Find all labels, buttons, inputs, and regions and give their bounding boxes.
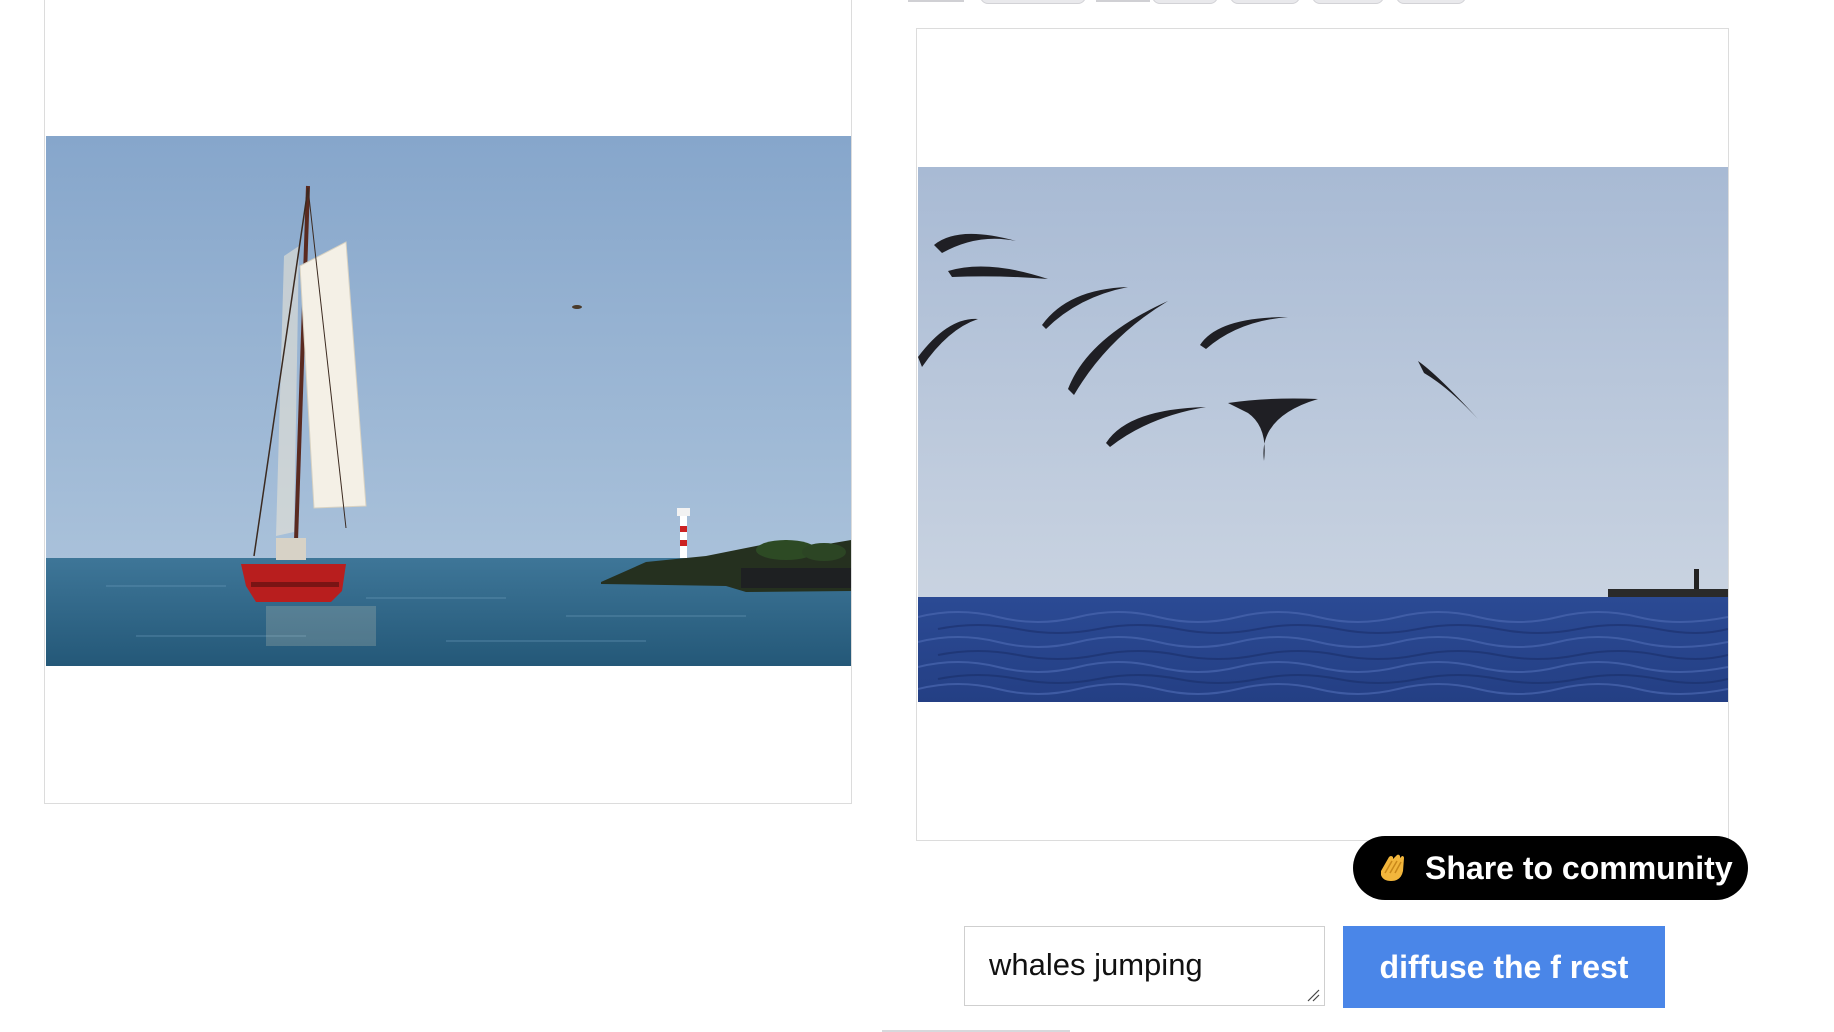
sailboat-image xyxy=(46,136,851,666)
diffuse-button[interactable]: diffuse the f rest xyxy=(1343,926,1665,1008)
toolbar-button[interactable] xyxy=(980,0,1086,4)
toolbar-button[interactable] xyxy=(1152,0,1218,4)
prompt-input[interactable]: whales jumping xyxy=(964,926,1325,1006)
input-image-canvas[interactable] xyxy=(44,0,852,804)
hands-clapping-icon xyxy=(1373,849,1411,887)
share-to-community-button[interactable]: Share to community xyxy=(1353,836,1748,900)
toolbar-fragment xyxy=(1096,0,1150,2)
toolbar-fragment xyxy=(908,0,964,2)
resize-handle-icon[interactable] xyxy=(1306,988,1320,1002)
toolbar-button[interactable] xyxy=(1312,0,1384,4)
whales-image xyxy=(918,167,1728,702)
toolbar-button[interactable] xyxy=(1396,0,1466,4)
share-button-label: Share to community xyxy=(1425,849,1733,886)
output-image-canvas[interactable] xyxy=(916,28,1729,841)
app-page: Share to community whales jumping diffus… xyxy=(0,0,1834,1032)
toolbar-button[interactable] xyxy=(1230,0,1300,4)
